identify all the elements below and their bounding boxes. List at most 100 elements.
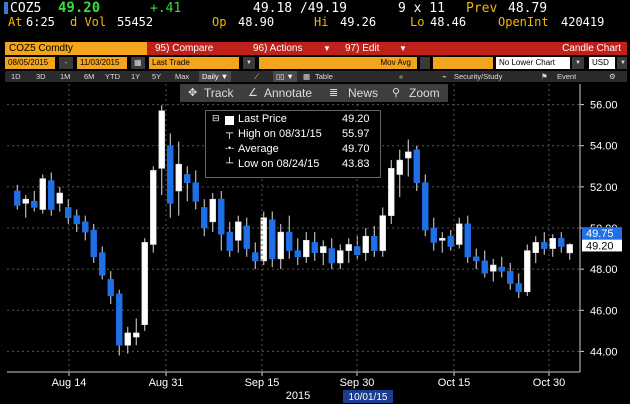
candle-body [150,170,157,245]
news-icon[interactable]: ≣ [329,84,338,102]
candle-body [252,252,259,262]
candlestick-chart[interactable]: 44.0046.0048.0050.0052.0054.0056.00Aug 1… [0,0,630,404]
candle-body [99,252,106,276]
legend-avg-value: 49.70 [342,143,370,155]
candle-body [65,207,72,219]
x-tick-label: Sep 15 [245,377,280,389]
candle-body [532,242,539,253]
legend-low-value: 43.83 [342,158,370,170]
candle-body [337,250,344,264]
year-label: 2015 [286,390,310,402]
candle-body [82,221,89,233]
x-tick-label: Sep 30 [340,377,375,389]
x-tick-label: Oct 15 [438,377,470,389]
candle-body [243,225,250,249]
zoom-icon[interactable]: ⚲ [392,84,400,102]
candle-body [328,248,335,264]
candle-body [286,231,293,251]
legend-high-label: High on 08/31/15 [238,128,322,140]
candle-body [133,332,140,338]
legend-last-value: 49.20 [342,113,370,125]
candle-body [124,332,131,346]
candle-body [48,180,55,210]
cursor-date-label: 10/01/15 [349,392,388,403]
candle-body [422,182,429,231]
candle-body [396,159,403,175]
candle-body [439,237,446,241]
candle-body [345,244,352,251]
candle-body [73,215,80,225]
candle-body [524,250,531,293]
track-button[interactable]: Track [204,84,234,102]
candle-body [226,231,233,251]
candle-body [515,283,522,293]
candle-body [507,270,514,284]
x-tick-label: Aug 14 [52,377,87,389]
candle-body [158,110,165,169]
candle-body [541,242,548,249]
candle-body [405,151,412,159]
candle-body [107,279,114,297]
x-tick-label: Oct 30 [533,377,565,389]
crosshair-icon[interactable]: ✥ [188,84,197,102]
annotate-icon[interactable]: ∠ [248,84,258,102]
candle-body [294,250,301,258]
y-tick-label: 48.00 [590,264,618,276]
candle-body [167,145,174,204]
candle-body [379,215,386,251]
candle-body [277,231,284,260]
candle-body [14,190,21,206]
candle-body [218,198,225,235]
price-tag-label: 49.20 [586,240,614,252]
high-marker-icon: ┬ [226,128,234,139]
average-line-icon: -•- [225,143,235,153]
candle-body [175,163,182,192]
x-tick-label: Aug 31 [149,377,184,389]
candle-body [371,235,378,251]
candle-body [56,192,63,204]
price-tag-label: 49.75 [586,228,614,240]
legend-avg-label: Average [238,143,279,155]
y-tick-label: 44.00 [590,346,618,358]
candle-body [303,240,310,258]
legend-high-value: 55.97 [342,128,370,140]
candle-body [184,174,191,184]
candle-body [549,237,556,249]
annotate-button[interactable]: Annotate [264,84,312,102]
candle-body [116,293,123,346]
candle-body [498,266,505,272]
candle-body [558,237,565,247]
chart-tools-bar: ✥ Track ∠ Annotate ≣ News ⚲ Zoom [180,84,448,102]
candle-body [456,223,463,245]
candle-body [490,264,497,272]
candle-body [413,149,420,184]
candle-body [473,256,480,262]
legend-collapse-icon[interactable]: ⊟ [212,113,220,124]
candle-body [201,207,208,229]
candle-body [566,244,573,254]
candle-body [320,246,327,253]
candle-body [481,260,488,274]
candle-body [209,198,216,223]
news-button[interactable]: News [348,84,378,102]
y-tick-label: 56.00 [590,100,618,112]
candle-body [31,200,38,208]
zoom-button[interactable]: Zoom [409,84,440,102]
candle-body [447,235,454,247]
candle-body [464,223,471,258]
candle-body [192,182,199,202]
legend-low-label: Low on 08/24/15 [238,158,320,170]
low-marker-icon: ┴ [226,158,234,169]
y-tick-label: 52.00 [590,182,618,194]
candle-body [430,227,437,243]
y-tick-label: 46.00 [590,305,618,317]
legend-last-label: Last Price [238,113,287,125]
candle-body [388,168,395,216]
candle-body [141,242,148,325]
candle-body [269,219,276,260]
candle-body [39,178,46,210]
candle-body [311,242,318,253]
y-tick-label: 54.00 [590,141,618,153]
candle-body [22,198,29,204]
candle-body [90,229,97,258]
